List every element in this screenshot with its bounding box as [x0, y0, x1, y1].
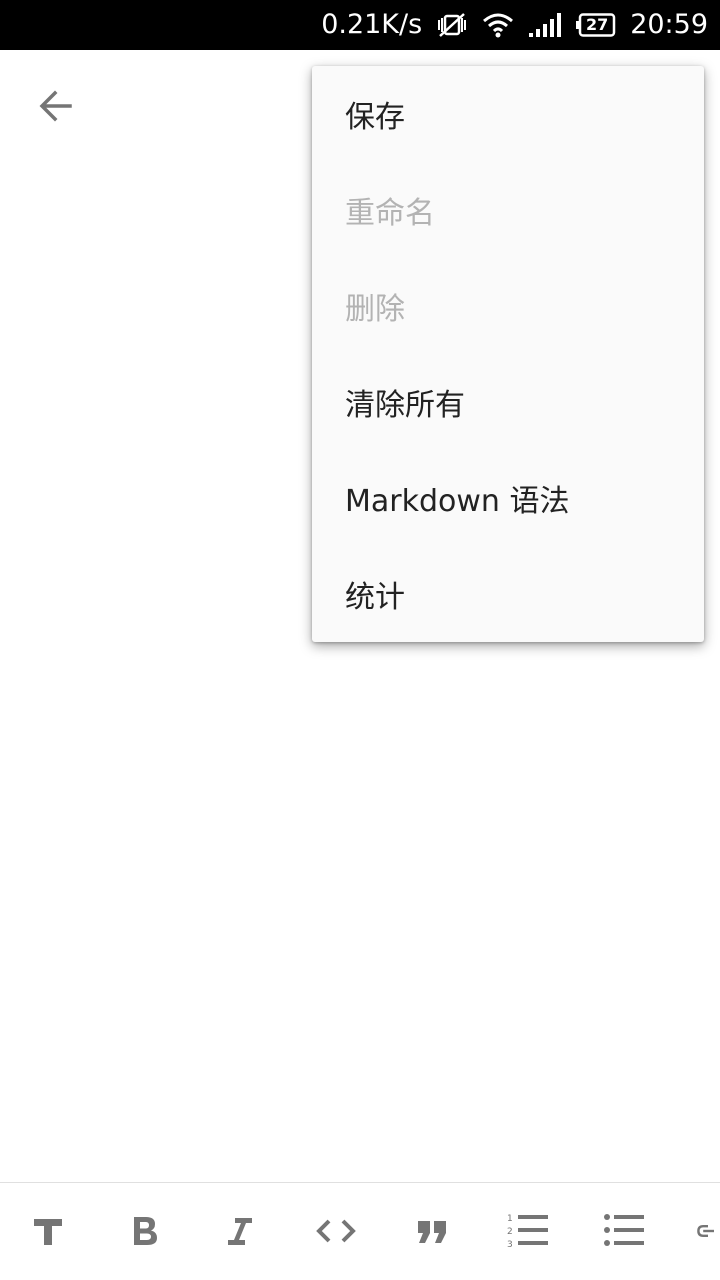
menu-item-label: 删除: [345, 292, 405, 327]
header-button[interactable]: [24, 1207, 72, 1255]
clock: 20:59: [630, 9, 708, 40]
italic-icon: [228, 1218, 252, 1245]
menu-item-markdown-syntax[interactable]: Markdown 语法: [312, 450, 704, 546]
ordered-list-button[interactable]: 1 2 3: [504, 1207, 552, 1255]
arrow-back-icon: [39, 90, 72, 122]
back-button[interactable]: [28, 82, 84, 130]
menu-item-save[interactable]: 保存: [312, 66, 704, 162]
quote-button[interactable]: [408, 1207, 456, 1255]
bullet-list-icon: [604, 1214, 644, 1246]
header-icon: [34, 1219, 62, 1245]
vibrate-off-icon: [436, 11, 468, 39]
code-icon: [316, 1219, 356, 1243]
menu-item-label: 保存: [345, 100, 405, 135]
menu-item-clear-all[interactable]: 清除所有: [312, 354, 704, 450]
italic-button[interactable]: [216, 1207, 264, 1255]
svg-text:1: 1: [507, 1214, 513, 1224]
battery-icon: 27: [576, 13, 616, 37]
svg-text:2: 2: [507, 1227, 513, 1237]
menu-item-rename: 重命名: [312, 162, 704, 258]
code-button[interactable]: [312, 1207, 360, 1255]
menu-item-delete: 删除: [312, 258, 704, 354]
battery-level: 27: [586, 15, 609, 34]
ordered-list-icon: 1 2 3: [507, 1214, 548, 1250]
bold-icon: [134, 1217, 157, 1245]
signal-icon: [528, 12, 562, 38]
menu-item-label: Markdown 语法: [345, 484, 570, 519]
menu-item-label: 重命名: [345, 196, 435, 231]
link-button[interactable]: [696, 1207, 720, 1255]
status-bar: 0.21K/s 27 20:59: [0, 0, 720, 50]
menu-item-label: 清除所有: [345, 388, 465, 423]
svg-text:3: 3: [507, 1240, 513, 1250]
link-icon: [697, 1225, 714, 1237]
overflow-menu: 保存 重命名 删除 清除所有 Markdown 语法 统计: [312, 66, 704, 642]
menu-item-statistics[interactable]: 统计: [312, 546, 704, 642]
network-speed: 0.21K/s: [321, 9, 423, 40]
bold-button[interactable]: [120, 1207, 168, 1255]
menu-item-label: 统计: [345, 580, 405, 615]
format-toolbar: 1 2 3: [0, 1182, 720, 1280]
quote-icon: [418, 1221, 446, 1243]
wifi-icon: [482, 12, 514, 38]
bullet-list-button[interactable]: [600, 1207, 648, 1255]
